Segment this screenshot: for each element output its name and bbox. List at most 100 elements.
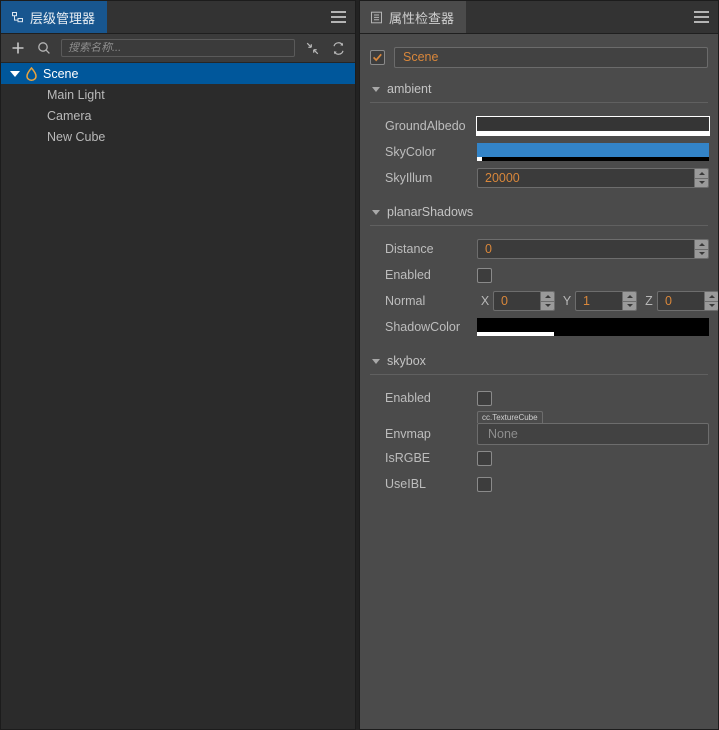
number-input-normal-x[interactable]: 0: [493, 291, 555, 311]
hierarchy-menu-button[interactable]: [321, 1, 355, 33]
hamburger-line: [330, 11, 346, 13]
search-input[interactable]: [68, 42, 288, 54]
hamburger-line: [693, 11, 709, 13]
chevron-down-icon: [544, 304, 551, 308]
add-node-button[interactable]: [9, 39, 27, 57]
section-header-ambient[interactable]: ambient: [370, 76, 708, 102]
chevron-down-icon: [372, 209, 380, 215]
chevron-up-icon: [698, 242, 705, 246]
property-label-isrgbe: IsRGBE: [385, 451, 431, 465]
spinner-down-button[interactable]: [623, 301, 636, 310]
property-control-shadowcolor: [477, 318, 709, 336]
number-input-normal-y[interactable]: 1: [575, 291, 637, 311]
spinner-down-button[interactable]: [695, 178, 708, 187]
number-spinner[interactable]: [694, 240, 708, 258]
checkbox-enabled[interactable]: [477, 267, 492, 283]
property-row-isrgbe: IsRGBE: [370, 445, 708, 471]
chevron-up-icon: [708, 294, 715, 298]
number-value: 0: [665, 294, 672, 308]
spinner-down-button[interactable]: [705, 301, 718, 310]
node-enabled-checkbox[interactable]: [370, 49, 385, 65]
number-value: 1: [583, 294, 590, 308]
color-swatch-shadowcolor[interactable]: [477, 318, 709, 336]
hamburger-line: [693, 16, 709, 18]
checkbox-useibl[interactable]: [477, 476, 492, 492]
node-name-field[interactable]: Scene: [394, 46, 708, 68]
chevron-up-icon: [626, 294, 633, 298]
inspector-sections: ambient GroundAlbedo SkyColor SkyIllum 20000…: [370, 76, 718, 497]
hierarchy-tabbar: 层级管理器: [1, 1, 355, 34]
tab-hierarchy[interactable]: 层级管理器: [1, 1, 108, 33]
section-title: planarShadows: [387, 205, 474, 219]
spinner-up-button[interactable]: [705, 292, 718, 302]
editor-window: 层级管理器 搜索名称... Scene Main Light Camera Ne…: [0, 0, 719, 730]
inspector-menu-button[interactable]: [684, 1, 718, 33]
collapse-all-icon[interactable]: [303, 39, 321, 57]
color-alpha-fill: [477, 157, 482, 161]
property-control-skyillum: 20000: [477, 168, 709, 188]
number-value: 20000: [485, 171, 520, 185]
property-row-envmap: Envmap cc.TextureCube None: [370, 411, 709, 445]
property-row-useibl: UseIBL: [370, 471, 708, 497]
search-icon[interactable]: [35, 39, 53, 57]
property-row-groundalbedo: GroundAlbedo: [370, 113, 710, 139]
hamburger-line: [330, 16, 346, 18]
refresh-icon[interactable]: [329, 39, 347, 57]
property-label-skycolor: SkyColor: [385, 145, 436, 159]
number-spinner[interactable]: [540, 292, 554, 310]
inspector-tabbar: 属性检查器: [360, 1, 718, 34]
chevron-down-icon: [698, 252, 705, 256]
spinner-up-button[interactable]: [695, 240, 708, 250]
inspector-tabbar-filler: [466, 1, 684, 33]
inspector-icon: [370, 11, 383, 24]
expand-caret-icon[interactable]: [7, 70, 23, 77]
check-icon: [372, 53, 382, 61]
asset-field-envmap[interactable]: cc.TextureCube None: [477, 411, 709, 445]
section-header-skybox[interactable]: skybox: [370, 348, 708, 374]
spinner-down-button[interactable]: [541, 301, 554, 310]
checkbox-isrgbe[interactable]: [477, 450, 492, 466]
number-input-distance[interactable]: 0: [477, 239, 709, 259]
spinner-up-button[interactable]: [695, 169, 708, 179]
tree-item-camera[interactable]: Camera: [1, 105, 355, 126]
tree-item-label: Main Light: [47, 87, 105, 102]
number-input-skyillum[interactable]: 20000: [477, 168, 709, 188]
hamburger-line: [330, 21, 346, 23]
tree-item-scene[interactable]: Scene: [1, 63, 355, 84]
search-field[interactable]: [61, 39, 295, 57]
spinner-up-button[interactable]: [541, 292, 554, 302]
property-row-skycolor: SkyColor: [370, 139, 709, 165]
checkbox-sb-enabled[interactable]: [477, 390, 492, 406]
chevron-down-icon: [372, 358, 380, 364]
spinner-up-button[interactable]: [623, 292, 636, 302]
color-alpha-fill: [477, 332, 554, 336]
number-spinner[interactable]: [704, 292, 718, 310]
asset-value[interactable]: None: [477, 423, 709, 445]
tab-inspector[interactable]: 属性检查器: [360, 1, 467, 33]
color-swatch-groundalbedo[interactable]: [476, 116, 710, 136]
hierarchy-toolbar: [1, 34, 355, 63]
property-row-skyillum: SkyIllum 20000: [370, 165, 709, 191]
hierarchy-icon: [11, 11, 24, 24]
number-spinner[interactable]: [694, 169, 708, 187]
section-header-planarshadows[interactable]: planarShadows: [370, 199, 708, 225]
property-control-groundalbedo: [476, 116, 710, 136]
hierarchy-tabbar-filler: [107, 1, 321, 33]
inspector-panel: 属性检查器 Scene ambient GroundAlbedo SkyColo…: [359, 0, 719, 730]
tree-item-main-light[interactable]: Main Light: [1, 84, 355, 105]
chevron-up-icon: [544, 294, 551, 298]
section-planarshadows: planarShadows Distance 0 Enabled Normal X 0 Y 1 Z…: [370, 199, 718, 340]
hierarchy-panel: 层级管理器 搜索名称... Scene Main Light Camera Ne…: [0, 0, 356, 730]
number-spinner[interactable]: [622, 292, 636, 310]
color-swatch-skycolor[interactable]: [477, 143, 709, 161]
chevron-down-icon: [626, 304, 633, 308]
property-label-shadowcolor: ShadowColor: [385, 320, 461, 334]
scene-droplet-icon: [23, 66, 39, 82]
tree-item-new-cube[interactable]: New Cube: [1, 126, 355, 147]
number-input-normal-z[interactable]: 0: [657, 291, 718, 311]
color-alpha-fill: [477, 131, 709, 135]
spinner-down-button[interactable]: [695, 249, 708, 258]
chevron-down-icon: [372, 86, 380, 92]
color-swatch-fill: [477, 143, 709, 157]
hierarchy-tree[interactable]: Scene Main Light Camera New Cube: [1, 63, 355, 729]
